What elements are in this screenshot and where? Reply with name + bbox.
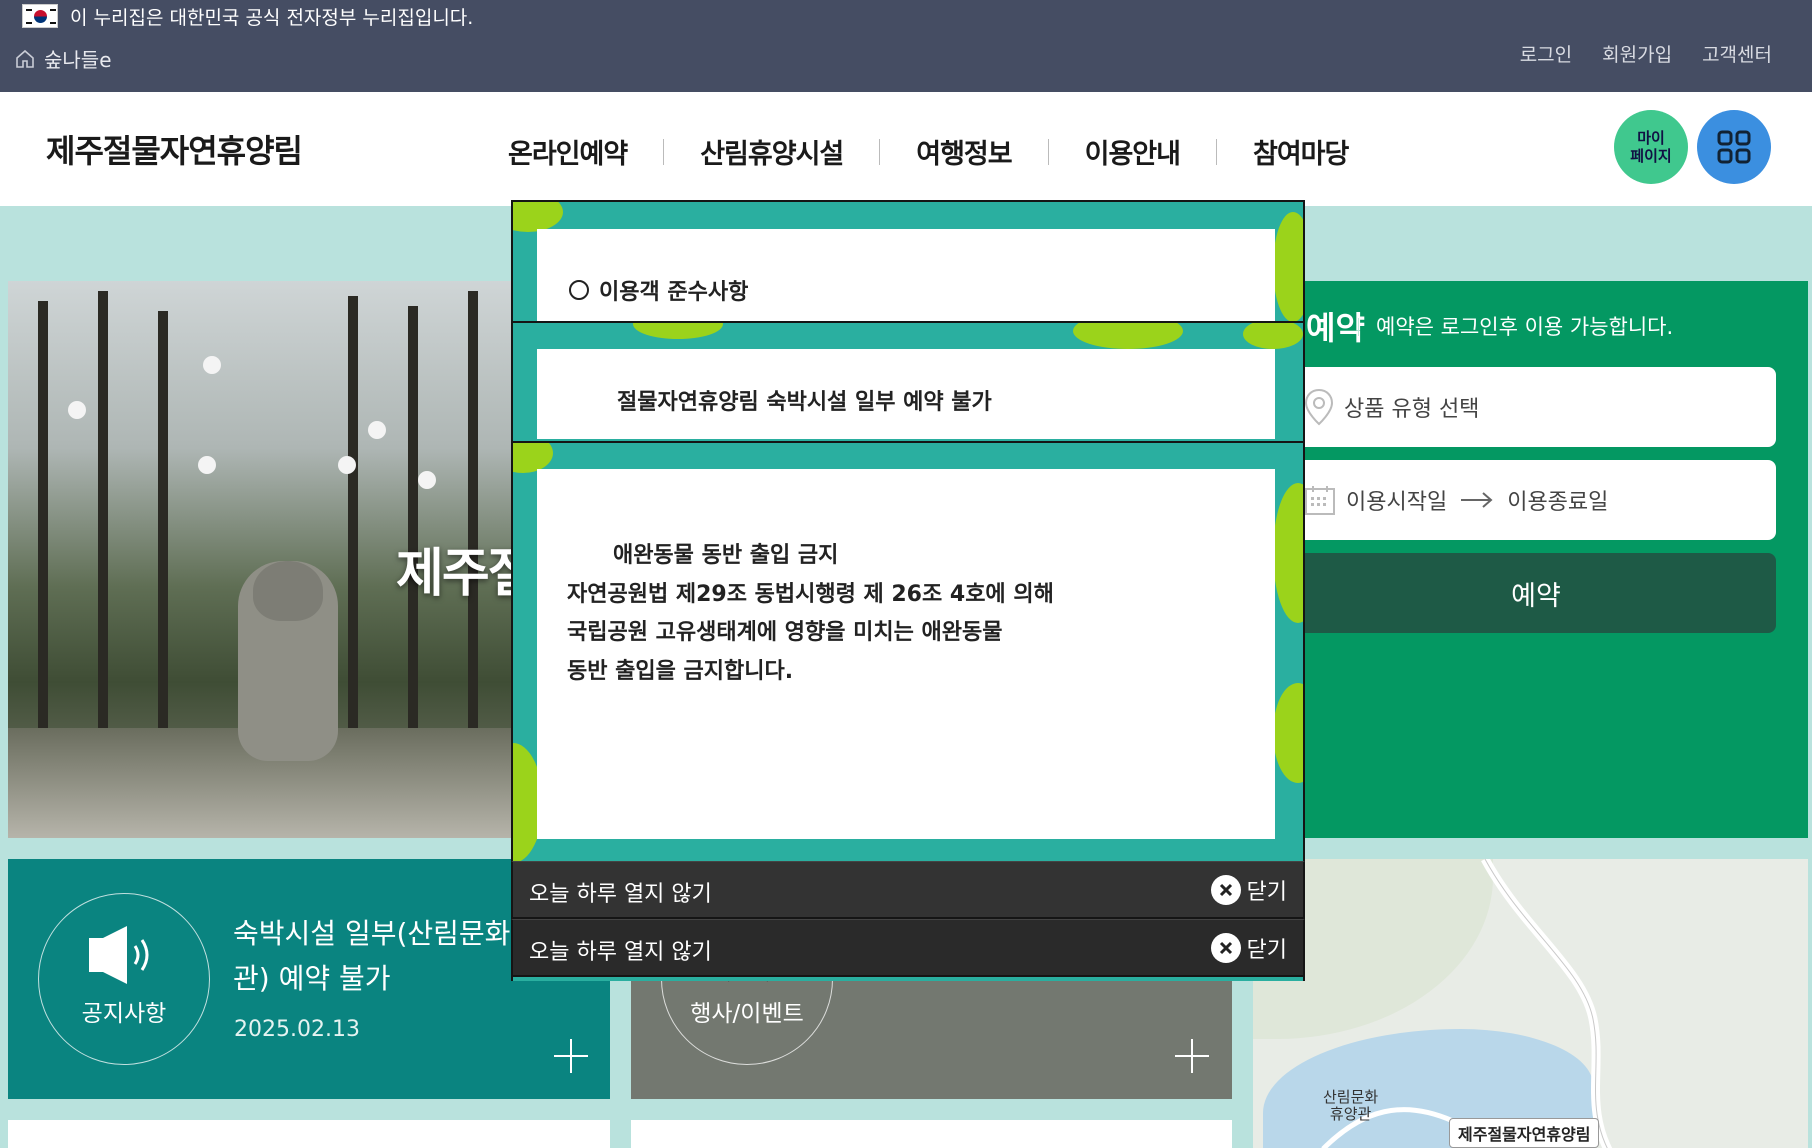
- top-utility-bar: 이 누리집은 대한민국 공식 전자정부 누리집입니다. 숲나들e 로그인 회원가…: [0, 0, 1812, 92]
- close-icon: [1210, 933, 1241, 963]
- circle-icon: [569, 280, 589, 300]
- notice-label: 공지사항: [81, 1001, 167, 1027]
- popup-close-button[interactable]: 닫기: [1210, 874, 1287, 906]
- popup-visitor-rules: 이용객 준수사항: [511, 200, 1305, 324]
- notice-more-plus-icon[interactable]: [554, 1039, 588, 1073]
- popup-sheet: 절물자연휴양림 숙박시설 일부 예약 불가: [537, 349, 1275, 439]
- grid-menu-icon: [1717, 130, 1751, 164]
- popup3-text: 애완동물 동반 출입 금지 자연공원법 제29조 동법시행령 제 26조 4호에…: [567, 543, 1054, 684]
- map-label-building: 산림문화 휴양관: [1323, 1088, 1379, 1123]
- nav-divider: [1216, 138, 1217, 165]
- product-type-placeholder: 상품 유형 선택: [1344, 397, 1480, 422]
- notice-date: 2025.02.13: [234, 1017, 360, 1042]
- nav-item-facilities[interactable]: 산림휴양시설: [700, 132, 844, 171]
- reservation-title-divider: [1358, 318, 1359, 336]
- login-link[interactable]: 로그인: [1520, 40, 1572, 67]
- close-label: 닫기: [1246, 938, 1287, 963]
- popup-reservation-unavailable: 절물자연휴양림 숙박시설 일부 예약 불가: [511, 321, 1305, 443]
- start-date-label: 이용시작일: [1346, 490, 1448, 515]
- popup1-title-text: 이용객 준수사항: [599, 280, 749, 305]
- nav-item-community[interactable]: 참여마당: [1253, 132, 1349, 171]
- close-label: 닫기: [1246, 880, 1287, 905]
- nav-divider: [663, 138, 665, 165]
- event-more-plus-icon[interactable]: [1175, 1039, 1209, 1073]
- mypage-label-line2: 페이지: [1630, 147, 1672, 165]
- main-header: 제주절물자연휴양림 온라인예약 산림휴양시설 여행정보 이용안내 참여마당 마이…: [0, 92, 1812, 206]
- lower-card-left: [8, 1120, 610, 1148]
- popup-footer-bar: 오늘 하루 열지 않기 닫기: [511, 861, 1305, 919]
- reservation-note: 예약은 로그인후 이용 가능합니다.: [1376, 315, 1674, 339]
- popup-close-button[interactable]: 닫기: [1210, 932, 1287, 964]
- gov-banner-text: 이 누리집은 대한민국 공식 전자정부 누리집입니다.: [70, 6, 474, 29]
- popup1-title: 이용객 준수사항: [569, 274, 748, 306]
- dismiss-today-link[interactable]: 오늘 하루 열지 않기: [529, 934, 712, 966]
- nav-item-travel-info[interactable]: 여행정보: [916, 132, 1012, 171]
- map-label-place: 제주절물자연휴양림: [1449, 1118, 1600, 1148]
- site-home-label: 숲나들e: [44, 48, 112, 72]
- popup-footer-bar: 오늘 하루 열지 않기 닫기: [511, 919, 1305, 977]
- end-date-label: 이용종료일: [1507, 490, 1609, 515]
- reservation-title: 예약: [1306, 309, 1365, 347]
- site-logo[interactable]: 제주절물자연휴양림: [46, 126, 303, 172]
- lower-card-right: [631, 1120, 1232, 1148]
- megaphone-icon: [89, 926, 149, 984]
- reservation-panel: 예약 예약은 로그인후 이용 가능합니다. 상품 유형 선택 이용시작일 이용종…: [1296, 281, 1808, 838]
- date-range-picker[interactable]: 이용시작일 이용종료일: [1296, 460, 1776, 540]
- popup-sheet: 애완동물 동반 출입 금지 자연공원법 제29조 동법시행령 제 26조 4호에…: [537, 469, 1275, 839]
- location-map[interactable]: 산림문화 휴양관 제주절물자연휴양림: [1253, 859, 1808, 1148]
- arrow-right-icon: [1461, 492, 1493, 508]
- home-icon: [16, 49, 34, 68]
- dismiss-today-link[interactable]: 오늘 하루 열지 않기: [529, 876, 712, 908]
- signup-link[interactable]: 회원가입: [1602, 40, 1672, 67]
- nav-divider: [879, 138, 881, 165]
- popup-sheet: 이용객 준수사항: [537, 229, 1275, 322]
- korea-flag-icon: [22, 4, 58, 28]
- event-label: 행사/이벤트: [690, 1001, 804, 1027]
- nav-item-guide[interactable]: 이용안내: [1085, 132, 1181, 171]
- popup2-title: 절물자연휴양림 숙박시설 일부 예약 불가: [617, 390, 992, 415]
- close-icon: [1210, 875, 1241, 905]
- site-home-link[interactable]: 숲나들e: [14, 44, 112, 73]
- product-type-select[interactable]: 상품 유형 선택: [1296, 367, 1776, 447]
- nav-item-online-reservation[interactable]: 온라인예약: [508, 132, 628, 171]
- utility-links: 로그인 회원가입 고객센터: [1520, 40, 1772, 67]
- all-menu-button[interactable]: [1697, 110, 1771, 184]
- notice-badge: 공지사항: [38, 893, 210, 1065]
- nav-divider: [1047, 138, 1049, 165]
- calendar-icon: [1305, 486, 1335, 515]
- gov-banner[interactable]: 이 누리집은 대한민국 공식 전자정부 누리집입니다.: [22, 2, 473, 30]
- location-pin-icon: [1304, 388, 1334, 426]
- mypage-label-line1: 마이: [1637, 129, 1665, 147]
- reserve-button[interactable]: 예약: [1296, 553, 1776, 633]
- main-nav: 온라인예약 산림휴양시설 여행정보 이용안내 참여마당: [508, 132, 1349, 171]
- mypage-button[interactable]: 마이 페이지: [1614, 110, 1688, 184]
- customer-center-link[interactable]: 고객센터: [1702, 40, 1772, 67]
